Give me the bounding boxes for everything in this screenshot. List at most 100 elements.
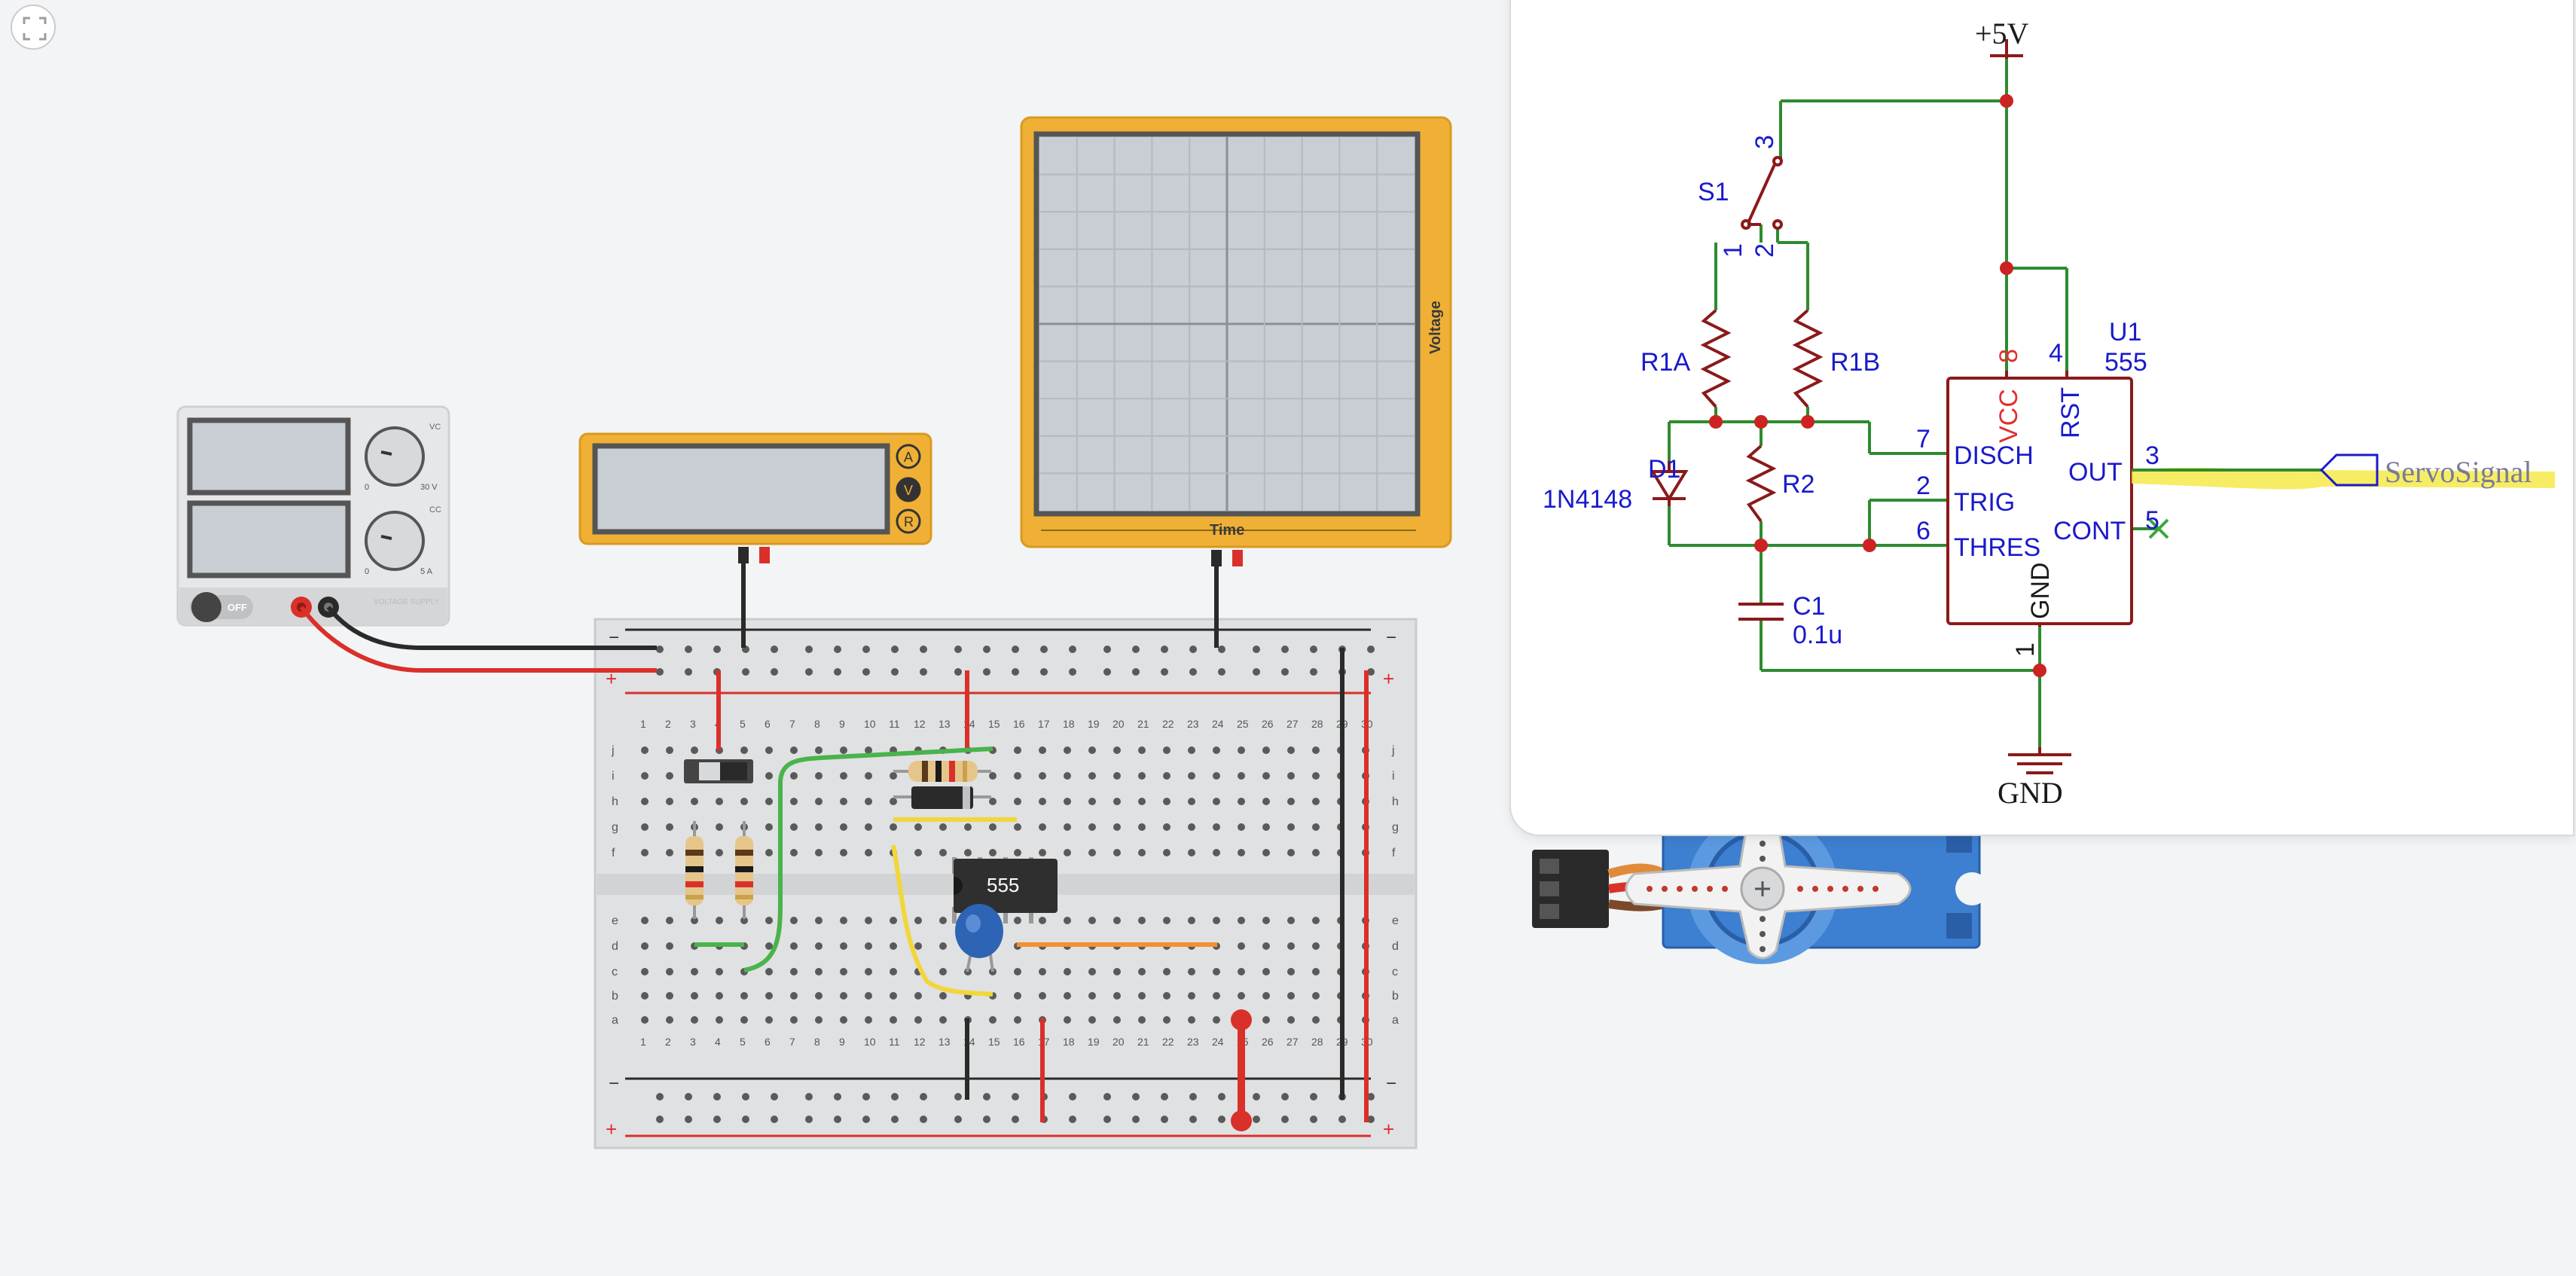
breadboard-hole[interactable] — [1238, 746, 1245, 754]
breadboard-hole[interactable] — [890, 992, 897, 1000]
rail-hole[interactable] — [656, 646, 664, 653]
breadboard-hole[interactable] — [1238, 992, 1245, 1000]
rail-hole[interactable] — [685, 1116, 692, 1123]
breadboard-hole[interactable] — [1262, 992, 1270, 1000]
rail-hole[interactable] — [891, 1116, 899, 1123]
breadboard-hole[interactable] — [1312, 917, 1320, 924]
breadboard-hole[interactable] — [716, 798, 723, 805]
breadboard-hole[interactable] — [716, 992, 723, 1000]
breadboard-hole[interactable] — [840, 746, 847, 754]
breadboard-hole[interactable] — [1014, 992, 1021, 1000]
breadboard-hole[interactable] — [989, 772, 997, 780]
breadboard-hole[interactable] — [1138, 917, 1146, 924]
breadboard-hole[interactable] — [1113, 849, 1121, 856]
breadboard-hole[interactable] — [1213, 772, 1220, 780]
breadboard-hole[interactable] — [716, 823, 723, 831]
rail-hole[interactable] — [1161, 668, 1168, 676]
breadboard-hole[interactable] — [1138, 1016, 1146, 1024]
rail-hole[interactable] — [1310, 668, 1317, 676]
breadboard-hole[interactable] — [1312, 992, 1320, 1000]
breadboard-hole[interactable] — [840, 849, 847, 856]
breadboard-hole[interactable] — [1312, 968, 1320, 975]
breadboard-hole[interactable] — [890, 968, 897, 975]
rail-hole[interactable] — [1310, 646, 1317, 653]
breadboard-hole[interactable] — [666, 917, 673, 924]
breadboard-hole[interactable] — [1188, 823, 1195, 831]
breadboard-hole[interactable] — [1039, 823, 1046, 831]
breadboard-hole[interactable] — [989, 823, 997, 831]
breadboard-hole[interactable] — [865, 992, 872, 1000]
breadboard-hole[interactable] — [1039, 968, 1046, 975]
breadboard-hole[interactable] — [1064, 992, 1071, 1000]
rail-hole[interactable] — [1218, 668, 1225, 676]
breadboard-hole[interactable] — [914, 992, 922, 1000]
breadboard-hole[interactable] — [716, 849, 723, 856]
breadboard-hole[interactable] — [1213, 968, 1220, 975]
breadboard-hole[interactable] — [1213, 992, 1220, 1000]
rail-hole[interactable] — [713, 646, 721, 653]
breadboard-hole[interactable] — [1064, 772, 1071, 780]
breadboard-hole[interactable] — [939, 968, 947, 975]
rail-hole[interactable] — [1012, 1116, 1019, 1123]
breadboard-hole[interactable] — [1188, 849, 1195, 856]
oscilloscope[interactable]: Time Voltage — [1020, 116, 1452, 566]
breadboard-hole[interactable] — [914, 823, 922, 831]
rail-hole[interactable] — [656, 668, 664, 676]
breadboard-hole[interactable] — [890, 798, 897, 805]
rail-hole[interactable] — [805, 1093, 813, 1100]
rail-hole[interactable] — [713, 1093, 721, 1100]
rail-hole[interactable] — [805, 668, 813, 676]
rail-hole[interactable] — [1040, 646, 1048, 653]
breadboard-hole[interactable] — [914, 849, 922, 856]
breadboard-hole[interactable] — [1287, 992, 1295, 1000]
breadboard-hole[interactable] — [1088, 992, 1096, 1000]
breadboard-hole[interactable] — [1312, 823, 1320, 831]
breadboard-hole[interactable] — [1238, 942, 1245, 950]
rail-hole[interactable] — [1218, 1093, 1225, 1100]
breadboard-hole[interactable] — [865, 798, 872, 805]
breadboard-hole[interactable] — [666, 823, 673, 831]
power-switch[interactable]: OFF — [190, 592, 253, 622]
breadboard-hole[interactable] — [1163, 798, 1170, 805]
breadboard-hole[interactable] — [1262, 968, 1270, 975]
breadboard-hole[interactable] — [1138, 992, 1146, 1000]
breadboard-hole[interactable] — [1014, 1016, 1021, 1024]
breadboard-hole[interactable] — [1287, 798, 1295, 805]
rail-hole[interactable] — [805, 1116, 813, 1123]
breadboard-hole[interactable] — [666, 746, 673, 754]
breadboard-hole[interactable] — [691, 968, 698, 975]
breadboard-hole[interactable] — [1064, 917, 1071, 924]
breadboard-hole[interactable] — [790, 746, 798, 754]
breadboard-hole[interactable] — [1138, 823, 1146, 831]
rail-hole[interactable] — [1132, 646, 1140, 653]
breadboard-hole[interactable] — [765, 968, 773, 975]
breadboard-hole[interactable] — [641, 823, 649, 831]
breadboard-hole[interactable] — [815, 968, 823, 975]
breadboard-hole[interactable] — [1287, 772, 1295, 780]
breadboard-hole[interactable] — [1014, 798, 1021, 805]
breadboard-hole[interactable] — [840, 992, 847, 1000]
rail-hole[interactable] — [920, 646, 927, 653]
voltage-knob[interactable] — [365, 426, 425, 487]
breadboard-hole[interactable] — [1113, 798, 1121, 805]
breadboard-hole[interactable] — [1287, 968, 1295, 975]
rail-hole[interactable] — [742, 1093, 749, 1100]
breadboard-hole[interactable] — [765, 823, 773, 831]
breadboard-hole[interactable] — [666, 942, 673, 950]
rail-hole[interactable] — [1253, 1093, 1260, 1100]
rail-hole[interactable] — [771, 1093, 778, 1100]
schematic-net-label-servo-signal[interactable]: ServoSignal — [2385, 455, 2532, 489]
breadboard-hole[interactable] — [1138, 798, 1146, 805]
rail-hole[interactable] — [685, 668, 692, 676]
breadboard-hole[interactable] — [890, 917, 897, 924]
breadboard-hole[interactable] — [1088, 823, 1096, 831]
breadboard-hole[interactable] — [1039, 992, 1046, 1000]
breadboard-hole[interactable] — [666, 849, 673, 856]
rail-hole[interactable] — [834, 646, 841, 653]
breadboard-hole[interactable] — [815, 746, 823, 754]
breadboard-hole[interactable] — [1138, 746, 1146, 754]
breadboard-hole[interactable] — [890, 823, 897, 831]
breadboard-hole[interactable] — [1262, 849, 1270, 856]
breadboard-hole[interactable] — [1163, 992, 1170, 1000]
breadboard-hole[interactable] — [890, 942, 897, 950]
